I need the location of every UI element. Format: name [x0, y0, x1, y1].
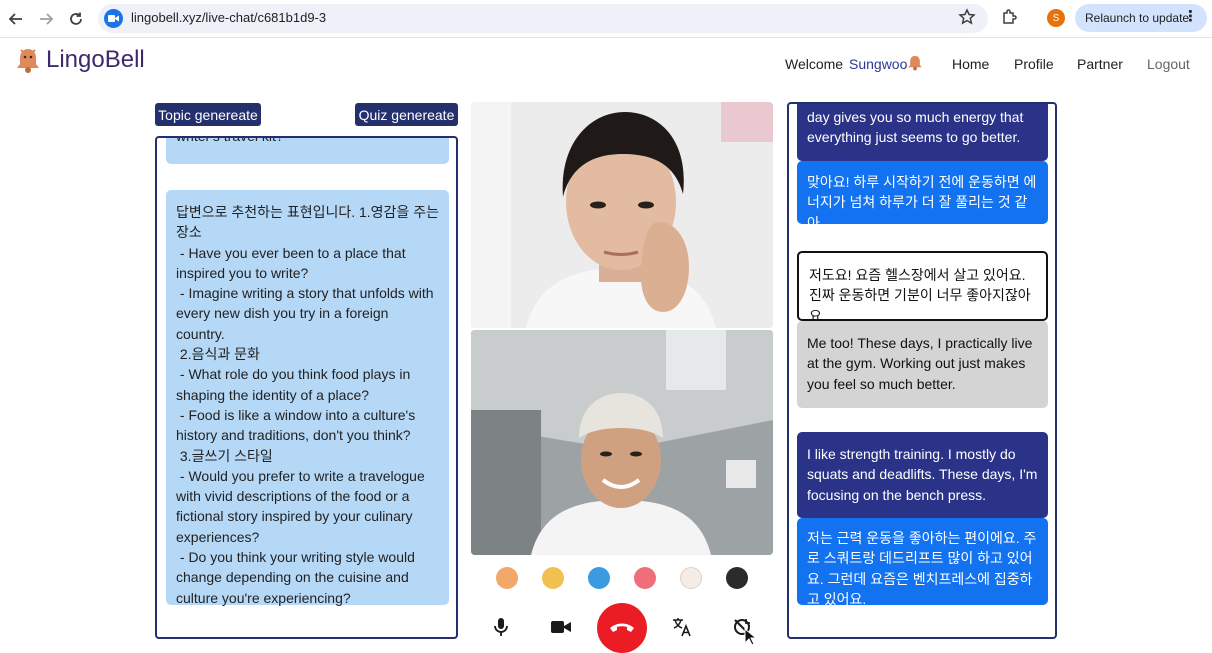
hamster-reaction-icon[interactable] [496, 567, 518, 589]
bell-logo-icon [17, 49, 39, 73]
relaunch-button[interactable]: Relaunch to update ⋮ [1075, 4, 1207, 32]
grinning-face-reaction-icon[interactable] [680, 567, 702, 589]
user-name: Sungwoo [849, 56, 908, 72]
quiz-generate-button[interactable]: Quiz genereate [355, 103, 458, 126]
chat-message-selected[interactable]: 저도요! 요즘 헬스장에서 살고 있어요. 진짜 운동하면 기분이 너무 좋아지… [797, 251, 1048, 324]
suggestion-bubble: 답변으로 추천하는 표현입니다. 1.영감을 주는 장소 - Have you … [166, 190, 449, 606]
self-video [471, 330, 773, 555]
suggestion-text: writer's travel kit? [176, 136, 284, 144]
chat-message-translation: Me too! These days, I practically live a… [797, 321, 1048, 408]
crying-face-reaction-icon[interactable] [588, 567, 610, 589]
translate-icon[interactable] [671, 616, 693, 638]
profile-avatar[interactable]: S [1047, 9, 1065, 27]
relaunch-label: Relaunch to update [1085, 11, 1190, 25]
nav-partner[interactable]: Partner [1077, 56, 1123, 72]
chat-message-translation: 맞아요! 하루 시작하기 전에 운동하면 에너지가 넘쳐 하루가 더 잘 풀리는… [797, 161, 1048, 231]
back-icon[interactable] [6, 9, 26, 29]
suggestion-bubble: writer's travel kit? [166, 136, 449, 164]
hang-up-button[interactable] [597, 603, 647, 653]
url-text: lingobell.xyz/live-chat/c681b1d9-3 [131, 10, 327, 25]
address-bar[interactable]: lingobell.xyz/live-chat/c681b1d9-3 [98, 4, 988, 33]
bell-mascot-icon [908, 55, 922, 71]
suggestion-panel[interactable]: writer's travel kit? 답변으로 추천하는 표현입니다. 1.… [155, 136, 458, 639]
nav-profile[interactable]: Profile [1014, 56, 1054, 72]
conversation-panel[interactable]: day gives you so much energy that everyt… [787, 102, 1057, 639]
browser-toolbar: lingobell.xyz/live-chat/c681b1d9-3 S Rel… [0, 0, 1212, 38]
chat-message: day gives you so much energy that everyt… [797, 104, 1048, 161]
phone-hang-up-icon [610, 623, 634, 632]
more-menu-icon[interactable]: ⋮ [1183, 9, 1198, 25]
mouse-cursor-icon [744, 628, 756, 646]
chat-message-translation: 저는 근력 운동을 좋아하는 편이에요. 주로 스쿼트랑 데드리프트 많이 하고… [797, 518, 1048, 607]
panda-face-reaction-icon[interactable] [726, 567, 748, 589]
forward-icon[interactable] [36, 9, 56, 29]
reload-icon[interactable] [66, 9, 86, 29]
topic-generate-button[interactable]: Topic genereate [155, 103, 261, 126]
nav-home[interactable]: Home [952, 56, 989, 72]
extensions-puzzle-icon[interactable] [1001, 8, 1021, 28]
camera-site-icon [104, 9, 123, 28]
laughing-face-reaction-icon[interactable] [542, 567, 564, 589]
pink-blob-reaction-icon[interactable] [634, 567, 656, 589]
logo-text: LingoBell [46, 46, 145, 73]
nav-logout[interactable]: Logout [1147, 56, 1190, 72]
site-logo[interactable]: LingoBell [15, 46, 145, 74]
chat-message: I like strength training. I mostly do sq… [797, 432, 1048, 518]
partner-video [471, 102, 773, 328]
welcome-label: Welcome [785, 56, 844, 72]
camera-icon[interactable] [550, 616, 572, 638]
microphone-icon[interactable] [490, 616, 512, 638]
bookmark-star-icon[interactable] [958, 8, 978, 28]
